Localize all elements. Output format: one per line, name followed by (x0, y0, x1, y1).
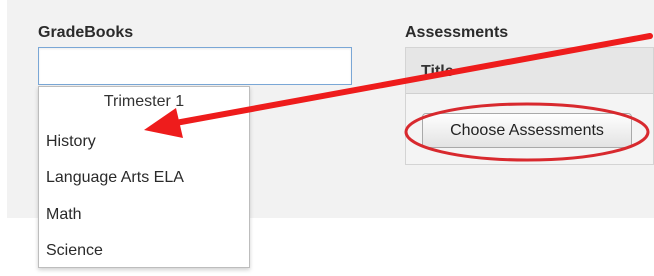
dropdown-group-header: Trimester 1 (103, 93, 185, 110)
gradebook-search-input[interactable] (38, 47, 352, 85)
dropdown-item-history[interactable]: History (46, 133, 96, 151)
assessments-label: Assessments (405, 24, 509, 41)
dropdown-item-science[interactable]: Science (46, 242, 103, 260)
dropdown-item-language-arts-ela[interactable]: Language Arts ELA (46, 169, 184, 187)
dropdown-item-math[interactable]: Math (46, 206, 82, 224)
choose-assessments-button[interactable]: Choose Assessments (422, 113, 632, 148)
gradebook-dropdown: Trimester 1 History Language Arts ELA Ma… (38, 86, 250, 268)
title-column-label: Title (421, 63, 454, 80)
title-column-header: Title (406, 48, 653, 94)
gradebooks-label: GradeBooks (38, 24, 134, 41)
